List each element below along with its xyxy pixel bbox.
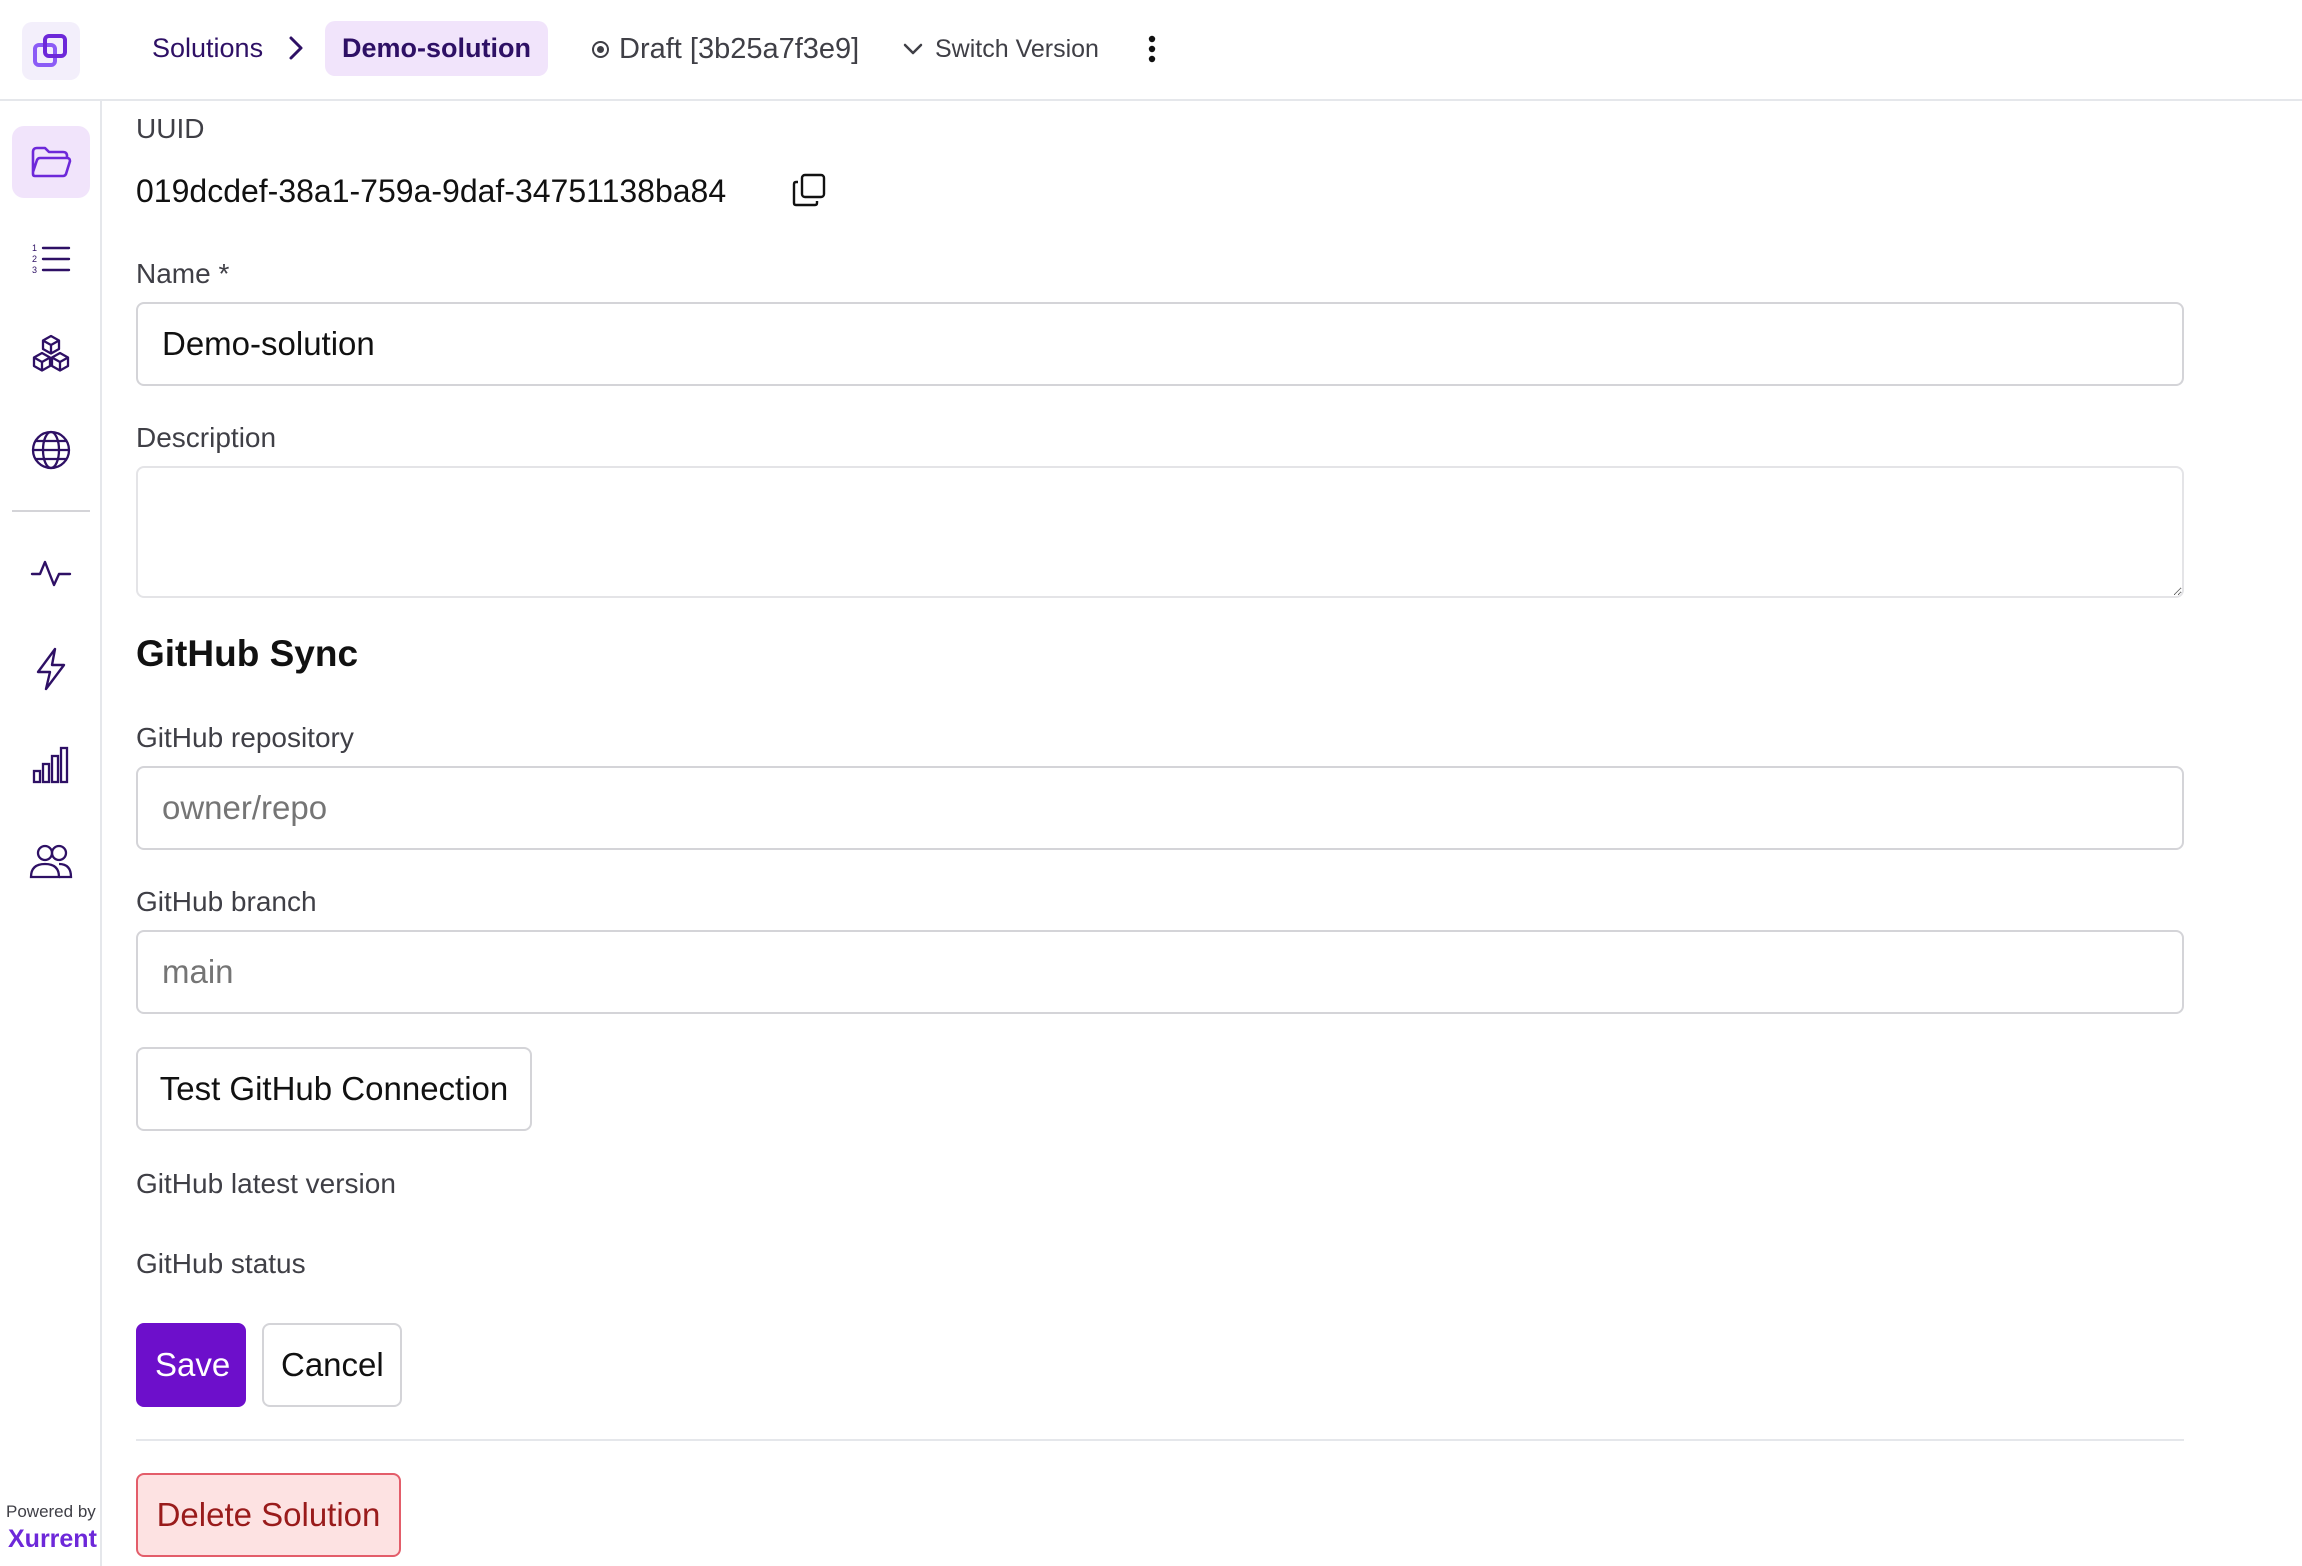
name-input[interactable] <box>136 302 2184 386</box>
switch-version-label: Switch Version <box>935 35 1099 63</box>
folder-icon <box>31 146 72 178</box>
sidebar-item-list[interactable]: 1 2 3 <box>12 222 90 294</box>
cubes-icon <box>32 334 70 372</box>
form-divider <box>136 1439 2184 1441</box>
sidebar-item-users[interactable] <box>12 825 90 897</box>
sidebar-item-automation[interactable] <box>12 633 90 705</box>
test-github-connection-button[interactable]: Test GitHub Connection <box>136 1047 532 1131</box>
app-logo-icon[interactable] <box>22 22 80 80</box>
bar-chart-icon <box>32 746 69 784</box>
lightning-icon <box>36 647 66 691</box>
sidebar-item-modules[interactable] <box>12 318 90 390</box>
sidebar-divider <box>12 510 90 512</box>
description-label: Description <box>136 422 277 453</box>
radio-dot-icon <box>592 40 609 58</box>
breadcrumb-solutions[interactable]: Solutions <box>152 22 263 74</box>
top-bar: Solutions Demo-solution Draft [3b25a7f3e… <box>0 0 2302 101</box>
github-status-label: GitHub status <box>136 1248 306 1279</box>
github-latest-version-label: GitHub latest version <box>136 1168 396 1199</box>
powered-by-label: Powered by <box>6 1502 96 1521</box>
version-status-label: Draft [3b25a7f3e9] <box>619 33 860 65</box>
uuid-value: 019dcdef-38a1-759a-9daf-34751138ba84 <box>136 173 727 209</box>
users-icon <box>29 844 73 879</box>
delete-solution-button[interactable]: Delete Solution <box>136 1473 401 1557</box>
description-input[interactable] <box>136 466 2184 598</box>
activity-icon <box>30 560 72 587</box>
chevron-right-icon <box>289 36 303 60</box>
github-sync-heading: GitHub Sync <box>136 633 359 674</box>
sidebar-item-globe[interactable] <box>12 414 90 486</box>
more-options-icon[interactable] <box>1140 30 1164 70</box>
cancel-button[interactable]: Cancel <box>262 1323 402 1407</box>
chevron-down-icon <box>903 43 923 55</box>
breadcrumb-current[interactable]: Demo-solution <box>325 21 548 76</box>
copy-icon[interactable] <box>791 172 827 208</box>
sidebar-item-analytics[interactable] <box>12 729 90 801</box>
numbered-list-icon: 1 2 3 <box>32 243 71 274</box>
globe-icon <box>31 430 71 470</box>
name-label: Name * <box>136 258 230 289</box>
version-status: Draft [3b25a7f3e9] <box>592 26 859 72</box>
svg-text:3: 3 <box>32 265 37 274</box>
sidebar-item-solutions[interactable] <box>12 126 90 198</box>
sidebar: 1 2 3 Powered by Xurrent <box>0 101 102 1566</box>
github-branch-label: GitHub branch <box>136 886 317 917</box>
save-button[interactable]: Save <box>136 1323 246 1407</box>
svg-text:1: 1 <box>32 243 37 253</box>
sidebar-item-activity[interactable] <box>12 537 90 609</box>
svg-text:2: 2 <box>32 254 37 264</box>
brand-logo[interactable]: Xurrent <box>8 1525 97 1554</box>
github-repository-label: GitHub repository <box>136 722 354 753</box>
github-repository-input[interactable] <box>136 766 2184 850</box>
switch-version-button[interactable]: Switch Version <box>903 26 1099 72</box>
github-branch-input[interactable] <box>136 930 2184 1014</box>
uuid-label: UUID <box>136 113 205 144</box>
